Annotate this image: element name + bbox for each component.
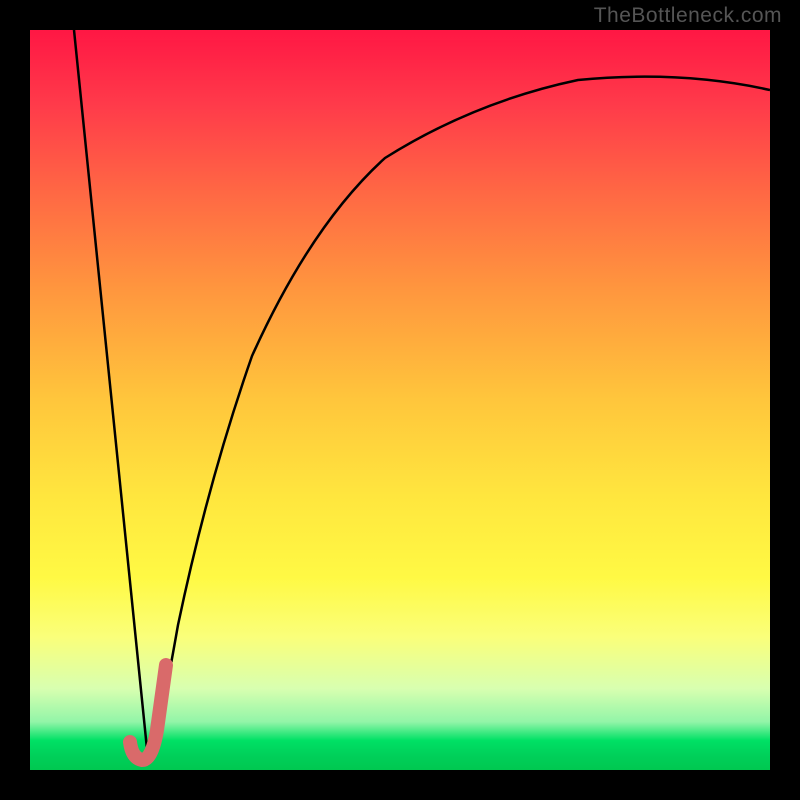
curve-right-curve [148, 77, 770, 759]
curve-left-line [74, 30, 148, 759]
chart-svg [30, 30, 770, 770]
watermark-text: TheBottleneck.com [594, 4, 782, 28]
j-marker [130, 665, 166, 760]
chart-plot-area [30, 30, 770, 770]
